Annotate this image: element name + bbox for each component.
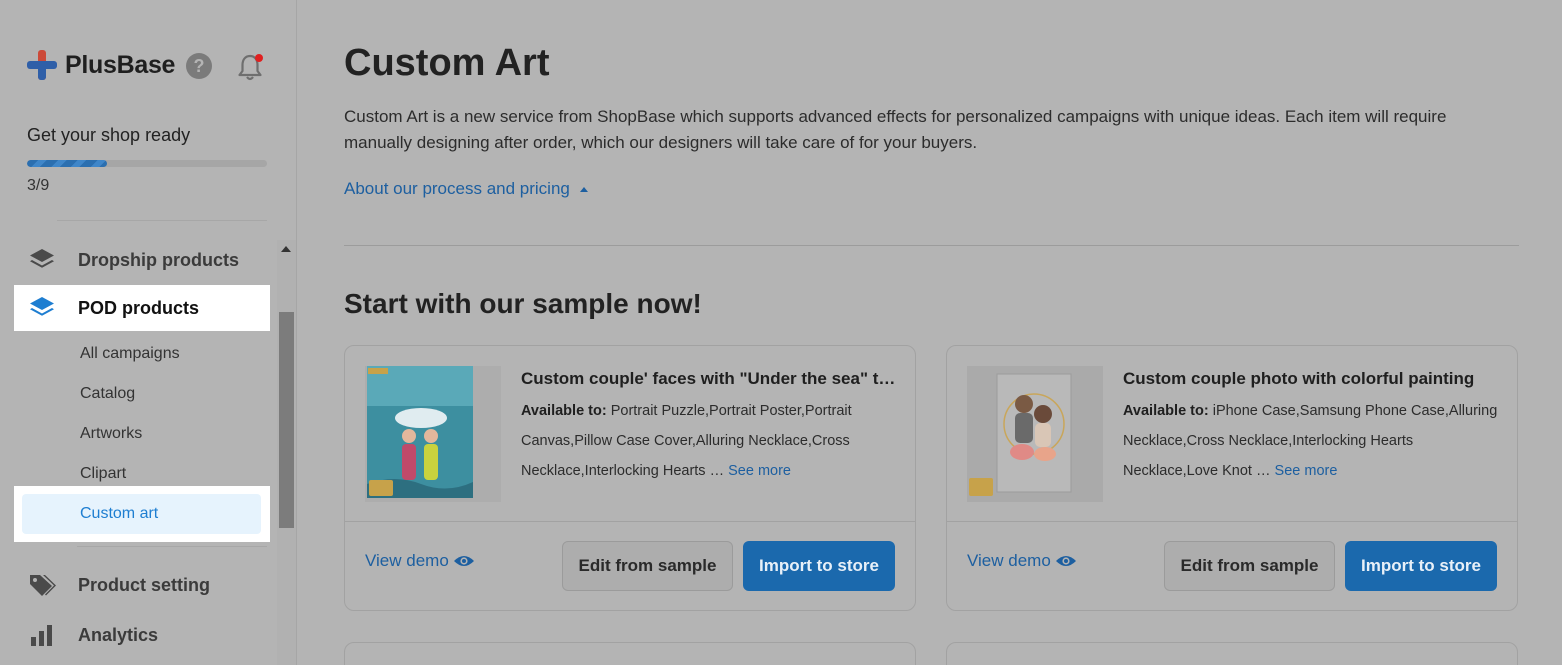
view-demo-link[interactable]: View demo (365, 551, 475, 571)
onboarding-progress-text: 3/9 (27, 177, 50, 194)
sidebar-subitem-catalog[interactable]: Catalog (80, 385, 135, 403)
scroll-up-arrow-icon[interactable] (281, 246, 291, 252)
brand-name: PlusBase (65, 50, 176, 79)
sidebar-item-label: Dropship products (78, 249, 239, 270)
card-divider (345, 521, 915, 522)
see-more-link[interactable]: See more (1275, 463, 1338, 479)
sidebar-subitem-all-campaigns[interactable]: All campaigns (80, 345, 180, 363)
sidebar-item-label: Product setting (78, 574, 211, 595)
section-divider (344, 245, 1519, 246)
notification-dot (255, 54, 263, 62)
view-demo-label: View demo (967, 551, 1051, 570)
caret-up-icon (579, 186, 588, 192)
sidebar-item-dropship-products[interactable]: Dropship products (14, 237, 270, 283)
tags-icon (28, 571, 56, 599)
page-description: Custom Art is a new service from ShopBas… (344, 107, 1447, 152)
sample-thumbnail (365, 366, 501, 502)
question-circle-icon[interactable]: ? (186, 53, 212, 79)
bar-chart-icon (28, 621, 56, 649)
sample-card: Custom couple photo with colorful painti… (946, 345, 1518, 611)
eye-icon (1055, 556, 1076, 566)
sidebar-scrollbar[interactable] (277, 240, 296, 665)
sample-card: Custom couple' faces with "Under the sea… (344, 345, 916, 611)
view-demo-link[interactable]: View demo (967, 551, 1077, 571)
onboarding-progress-bar (27, 160, 267, 167)
see-more-link[interactable]: See more (728, 463, 791, 479)
sample-availability: Available to: iPhone Case,Samsung Phone … (1123, 396, 1507, 486)
sidebar-item-analytics[interactable]: Analytics (14, 612, 270, 658)
sample-card (946, 642, 1518, 665)
sample-thumbnail (967, 366, 1103, 502)
plusbase-logo-icon (27, 50, 57, 80)
brand-logo[interactable]: PlusBase (27, 50, 175, 80)
sidebar-subitem-label: Custom art (22, 494, 261, 534)
available-label: Available to: (1123, 403, 1209, 419)
view-demo-label: View demo (365, 551, 449, 570)
bell-icon[interactable] (236, 52, 264, 82)
onboarding-progress-fill (27, 160, 107, 167)
sample-availability: Available to: Portrait Puzzle,Portrait P… (521, 396, 905, 486)
about-link-label: About our process and pricing (344, 179, 570, 198)
eye-icon (453, 556, 474, 566)
sidebar-item-product-setting[interactable]: Product setting (14, 562, 270, 608)
sidebar: PlusBase ? Get your shop ready 3/9 Drops… (0, 0, 297, 665)
page-title: Custom Art (344, 42, 550, 84)
sidebar-subitem-custom-art[interactable]: Custom art (14, 486, 270, 542)
sidebar-subitem-clipart[interactable]: Clipart (80, 465, 126, 483)
about-process-pricing-link[interactable]: About our process and pricing (344, 179, 588, 199)
layers-icon (28, 294, 56, 322)
sample-card (344, 642, 916, 665)
sidebar-subitem-artworks[interactable]: Artworks (80, 425, 142, 443)
import-to-store-button[interactable]: Import to store (743, 541, 895, 591)
divider (57, 220, 267, 221)
sidebar-item-label: Analytics (78, 624, 159, 645)
sample-title[interactable]: Custom couple' faces with "Under the sea… (521, 369, 901, 389)
available-label: Available to: (521, 403, 607, 419)
edit-from-sample-button[interactable]: Edit from sample (1164, 541, 1335, 591)
sidebar-item-pod-products[interactable]: POD products (14, 285, 270, 331)
onboarding-title: Get your shop ready (27, 125, 191, 145)
scrollbar-thumb[interactable] (279, 312, 294, 528)
import-to-store-button[interactable]: Import to store (1345, 541, 1497, 591)
layers-icon (28, 246, 56, 274)
sidebar-item-label: POD products (78, 297, 200, 318)
section-title: Start with our sample now! (344, 288, 702, 319)
card-divider (947, 521, 1517, 522)
sample-title[interactable]: Custom couple photo with colorful painti… (1123, 369, 1503, 389)
divider (77, 546, 267, 547)
edit-from-sample-button[interactable]: Edit from sample (562, 541, 733, 591)
